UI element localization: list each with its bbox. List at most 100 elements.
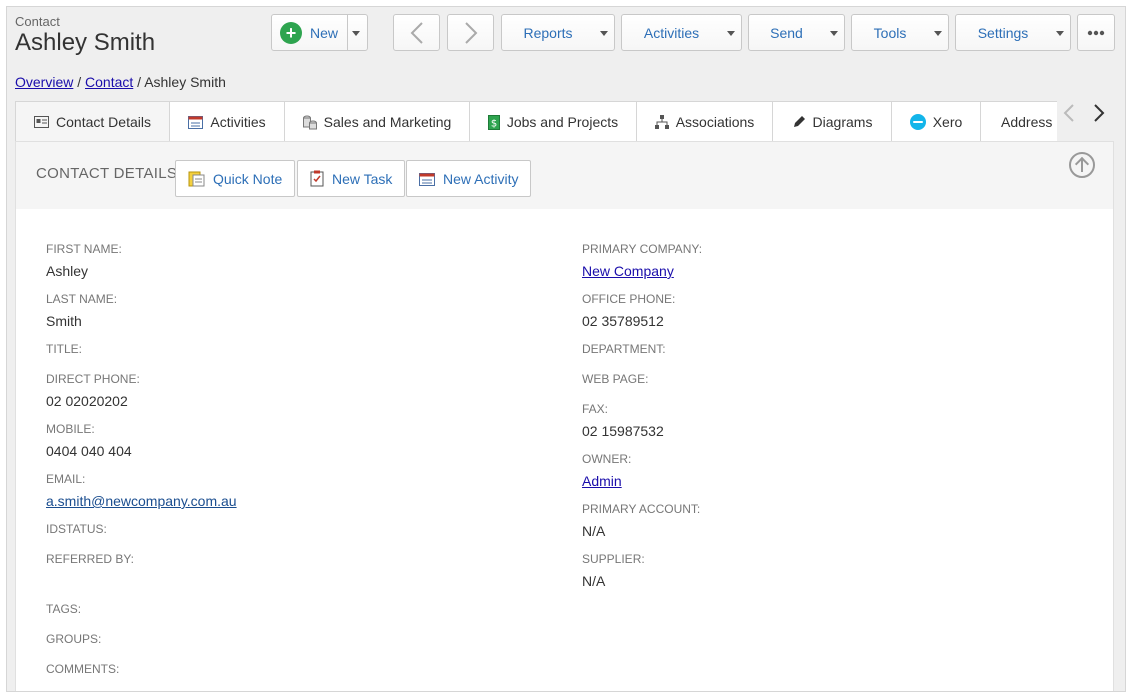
primary-company-label: PRIMARY COMPANY: — [582, 242, 703, 256]
send-label: Send — [770, 24, 803, 41]
new-button[interactable]: + New — [271, 14, 368, 51]
first-name-label: FIRST NAME: — [46, 242, 122, 256]
app-window: Contact Ashley Smith + New Reports Activ… — [6, 6, 1126, 692]
tab-diagrams[interactable]: Diagrams — [772, 101, 892, 142]
tags-label: TAGS: — [46, 602, 82, 616]
direct-phone-label: DIRECT PHONE: — [46, 372, 140, 386]
fax-value: 02 15987532 — [582, 423, 664, 439]
settings-label: Settings — [977, 24, 1029, 41]
breadcrumb-overview-link[interactable]: Overview — [15, 74, 73, 90]
supplier-label: SUPPLIER: — [582, 552, 645, 566]
settings-menu-button[interactable]: Settings — [955, 14, 1071, 51]
pencil-icon — [792, 115, 806, 129]
new-task-button[interactable]: New Task — [297, 160, 406, 197]
quick-note-button[interactable]: Quick Note — [175, 160, 296, 197]
new-task-label: New Task — [332, 170, 393, 187]
plus-icon: + — [280, 22, 302, 44]
chevron-down-icon — [830, 31, 838, 36]
xero-icon — [909, 114, 926, 130]
web-page-label: WEB PAGE: — [582, 372, 649, 386]
card-icon — [34, 116, 50, 128]
tab-label: Jobs and Projects — [506, 114, 619, 130]
fax-label: FAX: — [582, 402, 609, 416]
email-label: EMAIL: — [46, 472, 86, 486]
office-phone-label: OFFICE PHONE: — [582, 292, 676, 306]
tools-menu-button[interactable]: Tools — [851, 14, 949, 51]
tab-address-book[interactable]: Address B — [980, 101, 1057, 142]
new-activity-button[interactable]: New Activity — [406, 160, 532, 197]
breadcrumb-contact-link[interactable]: Contact — [85, 74, 133, 90]
reports-label: Reports — [523, 24, 573, 41]
org-chart-icon — [654, 115, 669, 129]
activities-menu-button[interactable]: Activities — [621, 14, 742, 51]
comments-label: COMMENTS: — [46, 662, 120, 676]
chevron-down-icon — [1056, 31, 1064, 36]
idstatus-label: IDSTATUS: — [46, 522, 107, 536]
chevron-down-icon — [934, 31, 942, 36]
forward-button[interactable] — [447, 14, 494, 51]
chevron-down-icon — [727, 31, 735, 36]
email-link[interactable]: a.smith@newcompany.com.au — [46, 493, 237, 509]
tab-associations[interactable]: Associations — [636, 101, 773, 142]
tab-jobs-and-projects[interactable]: $ Jobs and Projects — [469, 101, 637, 142]
tab-sales-and-marketing[interactable]: Sales and Marketing — [284, 101, 470, 142]
calendar-icon — [188, 115, 204, 129]
chevron-left-icon — [410, 21, 423, 44]
section-title: CONTACT DETAILS — [36, 165, 178, 182]
note-icon — [188, 170, 205, 187]
chevron-down-icon — [600, 31, 608, 36]
panel-header: CONTACT DETAILS Quick Note New Task New … — [16, 142, 1113, 209]
back-button[interactable] — [393, 14, 440, 51]
clipboard-icon — [310, 170, 324, 187]
tools-label: Tools — [873, 24, 907, 41]
chevron-right-icon — [1094, 104, 1105, 122]
tab-xero[interactable]: Xero — [891, 101, 981, 142]
svg-text:$: $ — [491, 118, 497, 129]
mobile-value: 0404 040 404 — [46, 443, 132, 459]
title-label: TITLE: — [46, 342, 83, 356]
tab-label: Associations — [675, 114, 755, 130]
breadcrumb: Overview / Contact / Ashley Smith — [15, 74, 226, 90]
tab-label: Activities — [210, 114, 266, 130]
coins-icon — [302, 115, 317, 130]
activities-label: Activities — [643, 24, 700, 41]
more-options-button[interactable] — [1077, 14, 1115, 51]
chevron-left-icon — [1063, 104, 1074, 122]
chevron-down-icon[interactable] — [352, 31, 360, 36]
tab-label: Xero — [932, 114, 963, 130]
first-name-value: Ashley — [46, 263, 89, 279]
tab-label: Address B — [1001, 114, 1057, 130]
tab-label: Contact Details — [56, 114, 151, 130]
primary-account-label: PRIMARY ACCOUNT: — [582, 502, 701, 516]
tab-label: Sales and Marketing — [323, 114, 452, 130]
record-type-label: Contact — [15, 14, 60, 29]
supplier-value: N/A — [582, 573, 606, 589]
tab-scroll-left-button[interactable] — [1063, 103, 1075, 129]
new-button-main[interactable]: + New — [280, 22, 338, 44]
dollar-doc-icon: $ — [487, 114, 500, 130]
scroll-to-top-button[interactable] — [1069, 152, 1095, 178]
last-name-label: LAST NAME: — [46, 292, 118, 306]
send-menu-button[interactable]: Send — [748, 14, 845, 51]
groups-label: GROUPS: — [46, 632, 102, 646]
tab-contact-details[interactable]: Contact Details — [15, 101, 170, 142]
quick-note-label: Quick Note — [213, 170, 283, 187]
breadcrumb-current: Ashley Smith — [144, 74, 226, 90]
breadcrumb-separator: / — [137, 74, 142, 90]
primary-company-link[interactable]: New Company — [582, 263, 674, 279]
tab-bar: Contact Details Activities Sales and Mar… — [15, 101, 1057, 142]
contact-details-panel: CONTACT DETAILS Quick Note New Task New … — [15, 141, 1114, 691]
new-button-label: New — [310, 25, 339, 41]
department-label: DEPARTMENT: — [582, 342, 666, 356]
mobile-label: MOBILE: — [46, 422, 95, 436]
primary-account-value: N/A — [582, 523, 606, 539]
reports-menu-button[interactable]: Reports — [501, 14, 615, 51]
new-activity-label: New Activity — [443, 170, 519, 187]
owner-link[interactable]: Admin — [582, 473, 622, 489]
tab-activities[interactable]: Activities — [169, 101, 285, 142]
office-phone-value: 02 35789512 — [582, 313, 664, 329]
direct-phone-value: 02 02020202 — [46, 393, 128, 409]
page-title: Ashley Smith — [15, 29, 156, 56]
tab-scroll-right-button[interactable] — [1093, 103, 1105, 129]
breadcrumb-separator: / — [77, 74, 82, 90]
